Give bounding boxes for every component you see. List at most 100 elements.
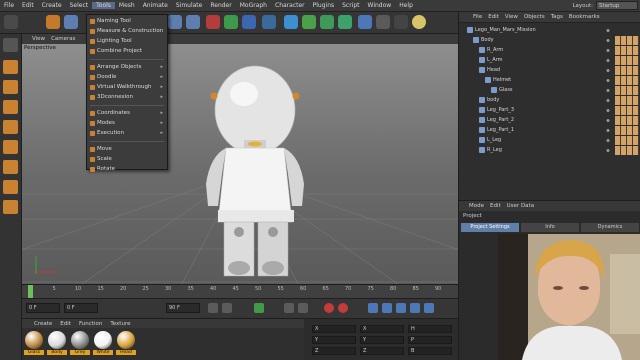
live-selection-icon[interactable] (46, 15, 60, 29)
tools-menu-item[interactable]: Execution ▸ (87, 129, 167, 139)
material-swatch[interactable]: Body (47, 331, 67, 359)
object-menu-objects[interactable]: Objects (524, 14, 545, 20)
tools-menu-item[interactable]: Coordinates ▸ (87, 109, 167, 119)
coordinate-field[interactable]: Y (312, 336, 356, 344)
viewport-menu-cameras[interactable]: Cameras (51, 36, 75, 42)
material-tags[interactable] (615, 106, 639, 115)
tools-menu-item[interactable]: Measure & Construction (87, 27, 167, 37)
coordinate-field[interactable]: Z (312, 347, 356, 355)
undo-icon[interactable] (4, 15, 18, 29)
step-back-icon[interactable] (222, 303, 232, 313)
menu-help[interactable]: Help (395, 2, 417, 9)
attribute-tab[interactable]: Project Settings (461, 223, 519, 232)
material-tags[interactable] (615, 66, 639, 75)
material-tags[interactable] (615, 86, 639, 95)
attribute-tab[interactable]: Dynamics (581, 223, 639, 232)
material-tags[interactable] (615, 46, 639, 55)
menu-create[interactable]: Create (38, 2, 66, 9)
z-axis-icon[interactable] (242, 15, 256, 29)
tools-menu-item[interactable]: Move (87, 145, 167, 155)
array-icon[interactable] (338, 15, 352, 29)
object-row[interactable]: body (459, 96, 640, 106)
coordinate-field[interactable]: P (408, 336, 452, 344)
scene-icon[interactable] (376, 15, 390, 29)
object-row[interactable]: Leg_Part_3 (459, 106, 640, 116)
material-tags[interactable] (615, 56, 639, 65)
tools-menu-item[interactable]: Doodle ▸ (87, 73, 167, 83)
menu-plugins[interactable]: Plugins (309, 2, 339, 9)
material-swatch[interactable]: White (93, 331, 113, 359)
current-frame-field[interactable]: 0 F (26, 303, 60, 313)
coordinate-field[interactable]: X (312, 325, 356, 333)
visibility-dots-icon[interactable] (605, 128, 611, 133)
menu-mesh[interactable]: Mesh (115, 2, 139, 9)
menu-render[interactable]: Render (206, 2, 235, 9)
menu-select[interactable]: Select (66, 2, 93, 9)
viewport-menu-view[interactable]: View (32, 36, 45, 42)
pen-icon[interactable] (302, 15, 316, 29)
workplane-icon[interactable] (3, 160, 18, 174)
start-frame-field[interactable]: 0 F (64, 303, 98, 313)
visibility-dots-icon[interactable] (605, 88, 611, 93)
render-view-icon[interactable] (262, 15, 276, 29)
tools-menu-item[interactable]: Virtual Walkthrough ▸ (87, 83, 167, 93)
material-tags[interactable] (615, 76, 639, 85)
material-menu-create[interactable]: Create (34, 321, 52, 327)
object-menu-view[interactable]: View (505, 14, 518, 20)
object-row[interactable]: R_Arm (459, 46, 640, 56)
visibility-dots-icon[interactable] (605, 118, 611, 123)
attribute-menu-item[interactable]: User Data (507, 203, 534, 209)
move-icon[interactable] (64, 15, 78, 29)
object-row[interactable]: L_Leg (459, 136, 640, 146)
key-param-icon[interactable] (410, 303, 420, 313)
material-tags[interactable] (615, 126, 639, 135)
tools-menu-item[interactable]: Scale (87, 155, 167, 165)
deformer-icon[interactable] (358, 15, 372, 29)
object-row[interactable]: Body (459, 36, 640, 46)
visibility-dots-icon[interactable] (605, 48, 611, 53)
material-menu-edit[interactable]: Edit (60, 321, 71, 327)
key-pla-icon[interactable] (424, 303, 434, 313)
menu-file[interactable]: File (0, 2, 18, 9)
object-row[interactable]: R_Leg (459, 146, 640, 156)
tools-menu-item[interactable]: 3Dconnexion ▸ (87, 93, 167, 103)
tools-menu-item[interactable]: Rotate (87, 165, 167, 175)
y-axis-icon[interactable] (224, 15, 238, 29)
model-mode-icon[interactable] (3, 60, 18, 74)
menu-mograph[interactable]: MoGraph (236, 2, 271, 9)
object-row[interactable]: Lego_Man_Mars_Mission (459, 26, 640, 36)
key-scale-icon[interactable] (396, 303, 406, 313)
layout-dropdown[interactable]: Startup (596, 1, 638, 10)
coordinate-field[interactable]: B (408, 347, 452, 355)
x-axis-icon[interactable] (206, 15, 220, 29)
material-menu-texture[interactable]: Texture (110, 321, 130, 327)
menu-script[interactable]: Script (338, 2, 363, 9)
object-menu-tags[interactable]: Tags (551, 14, 563, 20)
polygon-mode-icon[interactable] (3, 120, 18, 134)
menu-simulate[interactable]: Simulate (172, 2, 207, 9)
visibility-dots-icon[interactable] (605, 98, 611, 103)
object-row[interactable]: Helmet (459, 76, 640, 86)
object-menu-file[interactable]: File (473, 14, 482, 20)
key-rotation-icon[interactable] (382, 303, 392, 313)
material-swatch[interactable]: Grey (70, 331, 90, 359)
menu-tools[interactable]: Tools (92, 2, 115, 9)
menu-window[interactable]: Window (364, 2, 396, 9)
coordinate-field[interactable]: Y (360, 336, 404, 344)
coordinate-field[interactable]: H (408, 325, 452, 333)
go-to-start-icon[interactable] (208, 303, 218, 313)
visibility-dots-icon[interactable] (605, 138, 611, 143)
visibility-dots-icon[interactable] (605, 148, 611, 153)
attribute-menu-item[interactable]: Mode (469, 203, 484, 209)
scale-icon[interactable] (168, 15, 182, 29)
menu-edit[interactable]: Edit (18, 2, 38, 9)
material-tags[interactable] (615, 146, 639, 155)
auto-key-icon[interactable] (338, 303, 348, 313)
object-row[interactable]: L_Arm (459, 56, 640, 66)
axis-mode-icon[interactable] (3, 140, 18, 154)
visibility-dots-icon[interactable] (605, 58, 611, 63)
object-row[interactable]: Head (459, 66, 640, 76)
tools-menu-item[interactable]: Naming Tool (87, 17, 167, 27)
object-menu-edit[interactable]: Edit (488, 14, 499, 20)
light-icon[interactable] (412, 15, 426, 29)
